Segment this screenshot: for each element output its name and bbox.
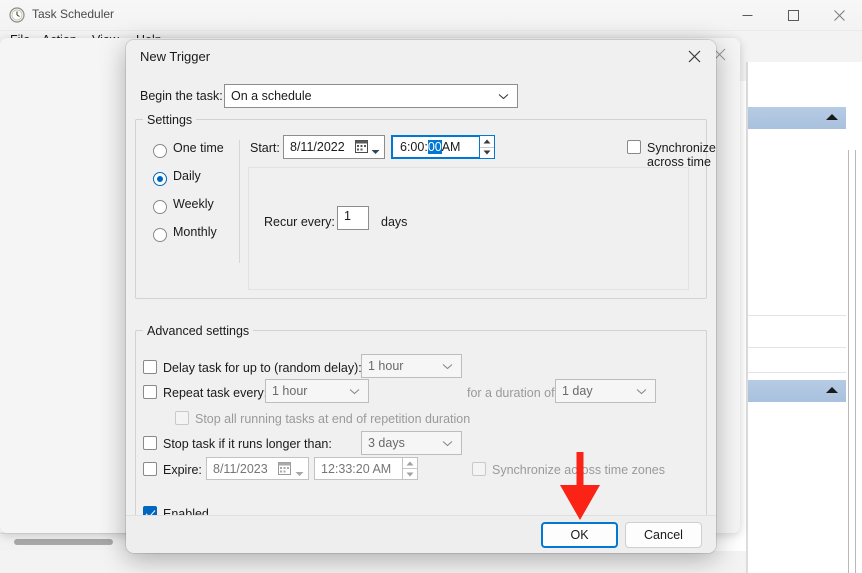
start-time-field[interactable]: 6:00: 00 AM — [391, 135, 488, 159]
duration-combobox[interactable]: 1 day — [555, 379, 656, 403]
start-date-value: 8/11/2022 — [290, 140, 345, 154]
red-down-arrow-annotation — [556, 452, 604, 525]
scrollbar-thumb[interactable] — [14, 539, 113, 545]
close-icon[interactable] — [672, 40, 716, 72]
ok-button[interactable]: OK — [541, 522, 618, 548]
spinner-down-icon[interactable] — [403, 469, 417, 479]
cancel-button-label: Cancel — [644, 528, 683, 542]
screen: Task Scheduler File Action View Help — [0, 0, 862, 573]
actions-pane-scrollbar[interactable] — [848, 150, 856, 573]
actions-pane-divider-3 — [748, 372, 846, 373]
radio-one-time[interactable] — [153, 144, 167, 158]
settings-group-title: Settings — [143, 113, 197, 127]
clock-icon — [9, 7, 25, 23]
expire-date-value: 8/11/2023 — [213, 461, 268, 476]
recur-every-input[interactable]: 1 — [337, 206, 369, 230]
sync-time-zones-checkbox[interactable] — [627, 140, 641, 154]
delay-task-value: 1 hour — [368, 359, 404, 373]
radio-monthly-label: Monthly — [173, 225, 217, 239]
stop-task-longer-value: 3 days — [368, 436, 405, 450]
start-time-spinner[interactable] — [479, 135, 495, 159]
chevron-down-icon[interactable] — [636, 384, 647, 398]
begin-task-value: On a schedule — [231, 89, 312, 103]
window-controls — [724, 0, 862, 30]
expire-sync-time-zones-checkbox[interactable] — [472, 462, 486, 476]
new-trigger-dialog: New Trigger Begin the task: On a schedul… — [126, 40, 716, 553]
actions-pane-divider-1 — [748, 315, 846, 316]
cancel-button[interactable]: Cancel — [625, 522, 702, 548]
chevron-down-icon[interactable] — [295, 466, 304, 480]
caret-up-icon[interactable] — [826, 114, 838, 120]
spinner-down-icon[interactable] — [480, 148, 494, 159]
chevron-down-icon[interactable] — [442, 436, 453, 450]
recur-every-value: 1 — [344, 209, 351, 223]
expire-checkbox[interactable] — [143, 462, 157, 476]
stop-task-longer-checkbox[interactable] — [143, 436, 157, 450]
duration-label: for a duration of: — [467, 386, 559, 400]
begin-task-label: Begin the task: — [140, 89, 223, 103]
radio-weekly-label: Weekly — [173, 197, 214, 211]
ok-button-label: OK — [570, 528, 589, 542]
calendar-icon[interactable] — [355, 140, 368, 156]
dialog-titlebar: New Trigger — [126, 40, 716, 72]
repeat-task-checkbox[interactable] — [143, 385, 157, 399]
stop-all-running-checkbox[interactable] — [175, 411, 189, 425]
radio-daily-label: Daily — [173, 169, 201, 183]
close-icon[interactable] — [816, 0, 862, 30]
delay-task-label: Delay task for up to (random delay): — [163, 361, 362, 375]
begin-task-combobox[interactable]: On a schedule — [224, 84, 518, 108]
start-time-selected-segment[interactable]: 00 — [427, 140, 442, 154]
chevron-down-icon[interactable] — [498, 89, 509, 103]
expire-time-spinner[interactable] — [402, 457, 418, 480]
delay-task-combobox[interactable]: 1 hour — [361, 354, 462, 378]
expire-time-value: 12:33:20 AM — [321, 461, 392, 476]
repeat-task-combobox[interactable]: 1 hour — [265, 379, 369, 403]
actions-pane — [747, 62, 862, 573]
recur-every-label: Recur every: — [264, 215, 335, 229]
spinner-up-icon[interactable] — [480, 136, 494, 147]
minimize-icon[interactable] — [724, 0, 770, 30]
window-titlebar: Task Scheduler — [0, 0, 862, 31]
radio-one-time-label: One time — [173, 141, 224, 155]
start-label: Start: — [250, 141, 280, 155]
chevron-down-icon[interactable] — [349, 384, 360, 398]
repeat-task-value: 1 hour — [272, 384, 308, 398]
calendar-icon[interactable] — [278, 462, 291, 478]
duration-value: 1 day — [562, 384, 593, 398]
spinner-up-icon[interactable] — [403, 458, 417, 468]
window-title: Task Scheduler — [32, 7, 115, 21]
start-time-prefix: 6:00: — [400, 140, 428, 154]
caret-up-icon[interactable] — [826, 387, 838, 393]
radio-monthly[interactable] — [153, 228, 167, 242]
expire-label: Expire: — [163, 463, 202, 477]
start-date-field[interactable]: 8/11/2022 — [283, 135, 385, 159]
start-time-suffix: AM — [441, 140, 461, 154]
dialog-title: New Trigger — [140, 49, 211, 64]
recur-unit-label: days — [381, 215, 408, 229]
actions-pane-divider-2 — [748, 347, 846, 348]
chevron-down-icon[interactable] — [442, 359, 453, 373]
maximize-icon[interactable] — [770, 0, 816, 30]
delay-task-checkbox[interactable] — [143, 360, 157, 374]
stop-task-longer-combobox[interactable]: 3 days — [361, 431, 462, 455]
radio-weekly[interactable] — [153, 200, 167, 214]
dialog-body: Begin the task: On a schedule Settings O… — [126, 72, 716, 531]
settings-vertical-divider — [239, 140, 240, 263]
dialog-footer: OK Cancel — [126, 515, 716, 553]
advanced-settings-group-title: Advanced settings — [143, 324, 254, 338]
repeat-task-label: Repeat task every: — [163, 386, 268, 400]
stop-task-longer-label: Stop task if it runs longer than: — [163, 437, 332, 451]
actions-pane-section-header-1[interactable] — [748, 107, 846, 129]
chevron-down-icon[interactable] — [371, 144, 380, 158]
actions-pane-section-header-2[interactable] — [748, 380, 846, 402]
radio-daily[interactable] — [153, 172, 167, 186]
expire-date-field[interactable]: 8/11/2023 — [206, 457, 309, 480]
stop-all-running-label: Stop all running tasks at end of repetit… — [195, 412, 471, 426]
